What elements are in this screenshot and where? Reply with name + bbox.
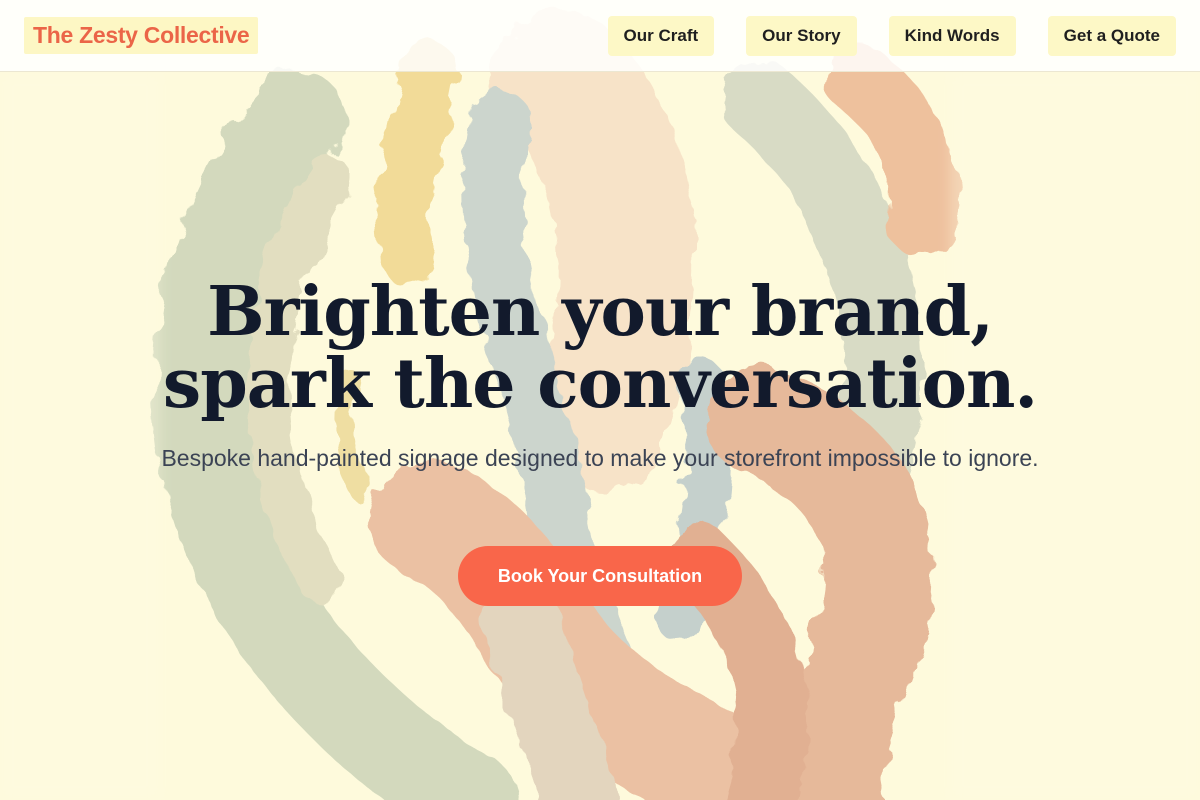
book-consultation-button[interactable]: Book Your Consultation [458, 546, 742, 606]
main-nav: Our Craft Our Story Kind Words Get a Quo… [607, 16, 1176, 56]
hero-subheadline: Bespoke hand-painted signage designed to… [161, 445, 1039, 471]
hero-section: Brighten your brand, spark the conversat… [0, 72, 1200, 800]
hero-headline-line-2: spark the conversation. [162, 344, 1038, 424]
landing-page: The Zesty Collective Our Craft Our Story… [0, 0, 1200, 800]
brand-logo[interactable]: The Zesty Collective [24, 17, 259, 54]
nav-our-craft[interactable]: Our Craft [607, 16, 715, 56]
nav-our-story[interactable]: Our Story [746, 16, 857, 56]
nav-kind-words[interactable]: Kind Words [888, 16, 1016, 56]
nav-get-a-quote[interactable]: Get a Quote [1047, 16, 1176, 56]
hero-headline: Brighten your brand, spark the conversat… [100, 276, 1100, 420]
site-header: The Zesty Collective Our Craft Our Story… [0, 0, 1200, 72]
hero-headline-line-1: Brighten your brand, [207, 272, 994, 352]
